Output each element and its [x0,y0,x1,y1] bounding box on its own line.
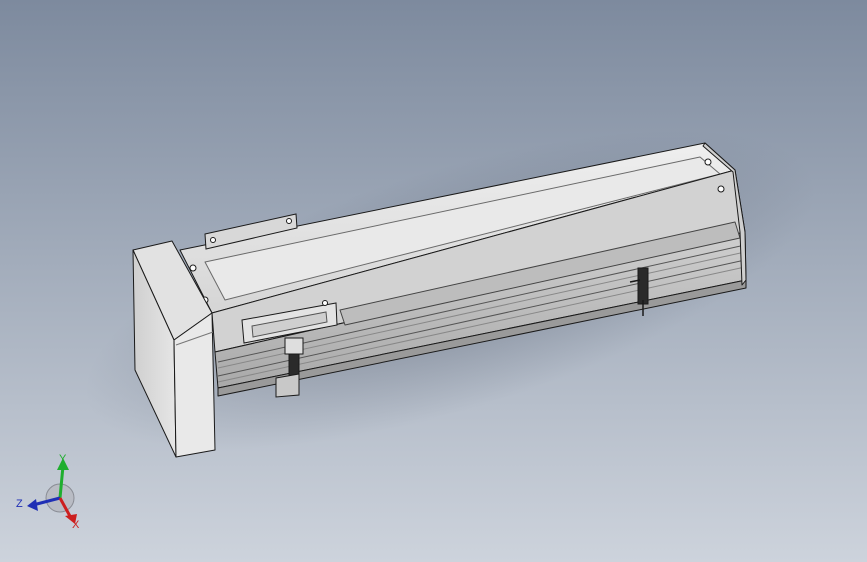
triad-z-label: Z [16,498,23,510]
cad-model-view[interactable]: Y Z X [0,0,867,562]
graphics-viewport[interactable]: Y Z X [0,0,867,562]
triad-x-label: X [72,519,80,531]
z-axis-arrow-icon [27,499,38,511]
axis-triad[interactable]: Y Z X [16,453,80,531]
triad-y-label: Y [59,453,67,465]
